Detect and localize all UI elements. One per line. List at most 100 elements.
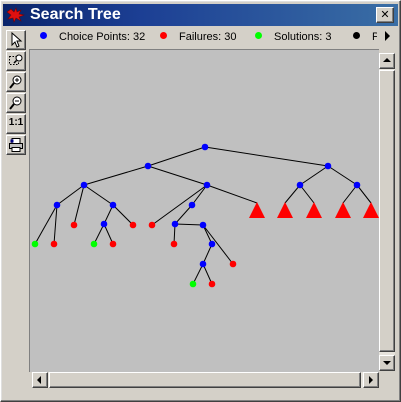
choice-node[interactable] [353, 181, 361, 189]
failure-node[interactable] [109, 240, 117, 248]
choice-node[interactable] [80, 181, 88, 189]
tree-edge [93, 223, 105, 245]
arrow-right-icon [369, 376, 373, 384]
vertical-scrollbar[interactable] [379, 53, 395, 371]
choice-point-dot-icon [40, 32, 47, 39]
legend-failures: Failures: 30 [160, 30, 236, 44]
choice-node[interactable] [203, 181, 211, 189]
zoom-in-tool[interactable] [6, 72, 26, 92]
choice-node[interactable] [53, 201, 61, 209]
search-tree-window: Search Tree ✕ 1:1 Choice Points: 32 Fail… [0, 0, 401, 402]
zoom-region-icon [9, 54, 23, 65]
select-tool[interactable] [6, 30, 26, 50]
tree-edge [356, 184, 372, 204]
zoom-out-icon [9, 96, 22, 110]
legend-solutions: Solutions: 3 [255, 30, 331, 44]
pointer-icon [11, 32, 23, 48]
window-title: Search Tree [30, 6, 121, 23]
tree-canvas[interactable] [29, 49, 379, 372]
vertical-scroll-thumb[interactable] [379, 70, 395, 352]
choice-node[interactable] [188, 201, 196, 209]
tree-edge [147, 146, 206, 167]
legend-solutions-label: Solutions: 3 [274, 31, 332, 43]
choice-node[interactable] [199, 221, 207, 229]
horizontal-scroll-thumb[interactable] [49, 372, 361, 388]
one-to-one-icon: 1:1 [8, 117, 24, 128]
title-bar[interactable]: Search Tree ✕ [3, 4, 398, 26]
search-tree-graph[interactable] [30, 50, 379, 372]
arrow-down-icon [383, 361, 391, 365]
app-logo-icon [7, 7, 25, 23]
arrow-up-icon [383, 58, 391, 62]
choice-node[interactable] [171, 220, 179, 228]
collapsed-subtree-node[interactable] [335, 202, 351, 218]
collapsed-subtree-node[interactable] [306, 202, 322, 218]
partial-dot-icon [353, 32, 360, 39]
choice-node[interactable] [199, 260, 207, 268]
failure-node[interactable] [229, 260, 237, 268]
legend-failures-label: Failures: 30 [179, 31, 237, 43]
choice-node[interactable] [324, 162, 332, 170]
choice-node[interactable] [296, 181, 304, 189]
failure-node[interactable] [170, 240, 178, 248]
choice-node[interactable] [201, 143, 209, 151]
failure-node[interactable] [50, 240, 58, 248]
print-tool[interactable] [6, 135, 26, 155]
legend-choice-points-label: Choice Points: 32 [59, 31, 146, 43]
tree-edge [284, 184, 301, 204]
zoom-out-tool[interactable] [6, 93, 26, 113]
tree-edge [34, 204, 58, 245]
choice-node[interactable] [208, 240, 216, 248]
tree-edge [112, 204, 134, 226]
choice-node[interactable] [144, 162, 152, 170]
legend-partial-label: P [372, 31, 377, 43]
solution-node[interactable] [90, 240, 98, 248]
horizontal-scrollbar[interactable] [32, 372, 379, 388]
tree-edge [192, 263, 204, 285]
solution-dot-icon [255, 32, 262, 39]
choice-node[interactable] [109, 201, 117, 209]
scroll-right-button[interactable] [363, 372, 379, 388]
failure-node[interactable] [148, 221, 156, 229]
failure-node[interactable] [129, 221, 137, 229]
tree-edge [206, 184, 258, 204]
choice-node[interactable] [100, 220, 108, 228]
tree-edge [191, 184, 208, 206]
failure-dot-icon [160, 32, 167, 39]
legend: Choice Points: 32 Failures: 30 Solutions… [31, 29, 377, 45]
tree-edge [202, 224, 234, 265]
scroll-down-button[interactable] [379, 355, 395, 371]
tree-nodes [31, 143, 379, 288]
tree-edge [83, 184, 114, 206]
arrow-left-icon [37, 376, 41, 384]
tree-edge [147, 165, 208, 186]
close-icon: ✕ [380, 8, 390, 21]
collapsed-subtree-node[interactable] [249, 202, 265, 218]
scroll-up-button[interactable] [379, 53, 395, 69]
legend-partial: P [353, 30, 377, 44]
tree-edge [299, 165, 329, 186]
collapsed-subtree-node[interactable] [363, 202, 379, 218]
tree-edge [174, 204, 193, 225]
tree-edge [342, 184, 358, 204]
actual-size-tool[interactable]: 1:1 [6, 114, 26, 134]
tree-edge [83, 165, 149, 186]
failure-node[interactable] [208, 280, 216, 288]
legend-scroll-right-icon[interactable] [385, 31, 390, 41]
zoom-in-icon [9, 75, 22, 89]
legend-choice-points: Choice Points: 32 [40, 30, 145, 44]
tree-edge [299, 184, 315, 204]
tree-edge [53, 204, 58, 245]
region-zoom-tool[interactable] [6, 51, 26, 71]
tree-edge [174, 223, 204, 226]
solution-node[interactable] [31, 240, 39, 248]
scroll-left-button[interactable] [32, 372, 48, 388]
collapsed-subtree-node[interactable] [277, 202, 293, 218]
tree-edge [204, 146, 329, 167]
tree-edge [327, 165, 358, 186]
scrollbar-corner [379, 372, 395, 388]
solution-node[interactable] [189, 280, 197, 288]
failure-node[interactable] [70, 221, 78, 229]
close-button[interactable]: ✕ [376, 7, 394, 23]
printer-icon [9, 138, 23, 152]
